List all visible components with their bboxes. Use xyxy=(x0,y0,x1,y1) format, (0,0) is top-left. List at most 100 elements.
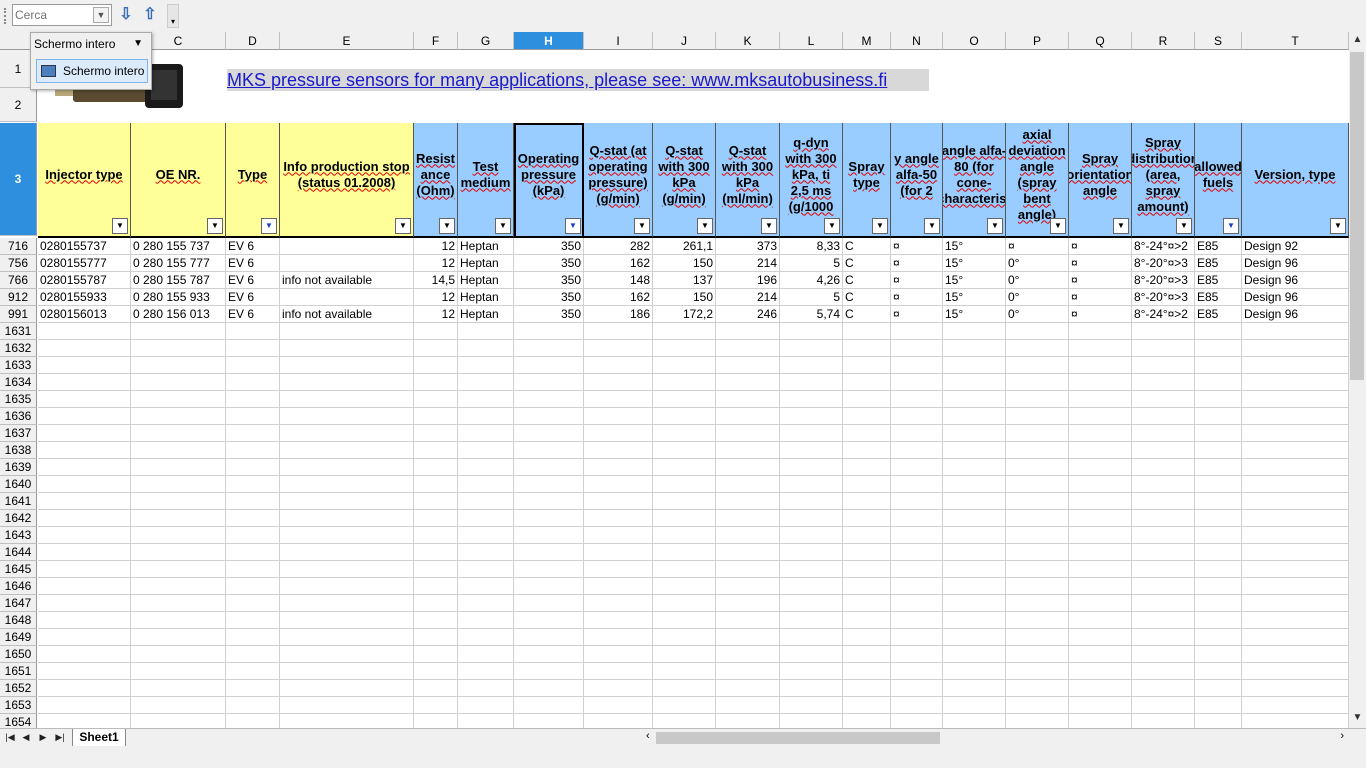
table-cell[interactable] xyxy=(226,476,280,493)
table-cell[interactable]: Design 96 xyxy=(1242,306,1349,323)
table-cell[interactable] xyxy=(780,680,843,697)
table-cell[interactable] xyxy=(38,680,131,697)
table-cell[interactable]: C xyxy=(843,238,891,255)
autofilter-dropdown-icon[interactable]: ▼ xyxy=(1050,218,1066,234)
table-cell[interactable] xyxy=(38,408,131,425)
table-cell[interactable] xyxy=(514,493,584,510)
table-cell[interactable] xyxy=(1242,459,1349,476)
header-cell-l[interactable]: Spray type ▼ xyxy=(843,123,891,238)
table-cell[interactable] xyxy=(38,425,131,442)
table-cell[interactable] xyxy=(584,629,653,646)
table-cell[interactable] xyxy=(458,391,514,408)
table-cell[interactable] xyxy=(891,527,943,544)
table-cell[interactable] xyxy=(716,612,780,629)
table-cell[interactable] xyxy=(38,527,131,544)
table-cell[interactable] xyxy=(414,544,458,561)
table-cell[interactable]: 8°-20°¤>3 xyxy=(1132,272,1195,289)
header-cell-q[interactable]: Spray distribution (area, spray amount) ▼ xyxy=(1132,123,1195,238)
table-cell[interactable] xyxy=(584,476,653,493)
table-cell[interactable] xyxy=(1069,425,1132,442)
table-cell[interactable]: Heptan xyxy=(458,238,514,255)
table-cell[interactable] xyxy=(1069,357,1132,374)
table-cell[interactable] xyxy=(584,612,653,629)
table-cell[interactable] xyxy=(1069,629,1132,646)
table-cell[interactable]: 15° xyxy=(943,255,1006,272)
table-cell[interactable] xyxy=(131,612,226,629)
table-cell[interactable] xyxy=(1132,323,1195,340)
table-cell[interactable]: 350 xyxy=(514,306,584,323)
table-cell[interactable] xyxy=(38,714,131,728)
table-cell[interactable] xyxy=(458,442,514,459)
table-cell[interactable] xyxy=(716,357,780,374)
table-cell[interactable] xyxy=(1132,680,1195,697)
table-cell[interactable] xyxy=(1242,561,1349,578)
table-cell[interactable]: E85 xyxy=(1195,306,1242,323)
table-cell[interactable]: 137 xyxy=(653,272,716,289)
table-cell[interactable] xyxy=(414,357,458,374)
table-cell[interactable] xyxy=(280,680,414,697)
table-cell[interactable] xyxy=(891,697,943,714)
table-cell[interactable]: 162 xyxy=(584,255,653,272)
table-cell[interactable] xyxy=(226,374,280,391)
table-cell[interactable] xyxy=(226,663,280,680)
table-cell[interactable]: 12 xyxy=(414,289,458,306)
table-cell[interactable] xyxy=(653,544,716,561)
table-cell[interactable] xyxy=(458,476,514,493)
table-cell[interactable] xyxy=(716,595,780,612)
table-cell[interactable] xyxy=(1006,340,1069,357)
table-cell[interactable]: 373 xyxy=(716,238,780,255)
table-cell[interactable] xyxy=(843,442,891,459)
row-header-2[interactable]: 2 xyxy=(0,88,37,122)
row-header-1634[interactable]: 1634 xyxy=(0,374,37,391)
table-cell[interactable]: 0 280 155 737 xyxy=(131,238,226,255)
table-cell[interactable]: 148 xyxy=(584,272,653,289)
table-cell[interactable] xyxy=(584,663,653,680)
autofilter-dropdown-icon[interactable]: ▼ xyxy=(1176,218,1192,234)
column-header-s[interactable]: S xyxy=(1195,32,1242,50)
table-cell[interactable] xyxy=(843,391,891,408)
autofilter-dropdown-icon[interactable]: ▼ xyxy=(112,218,128,234)
table-cell[interactable] xyxy=(414,374,458,391)
table-cell[interactable] xyxy=(226,527,280,544)
table-cell[interactable]: 350 xyxy=(514,255,584,272)
table-cell[interactable] xyxy=(1242,391,1349,408)
table-cell[interactable] xyxy=(843,374,891,391)
row-header-1633[interactable]: 1633 xyxy=(0,357,37,374)
header-cell-h[interactable]: Q-stat (at operating pressure) (g/min) ▼ xyxy=(584,123,653,238)
table-cell[interactable] xyxy=(280,391,414,408)
table-cell[interactable]: 8°-24°¤>2 xyxy=(1132,238,1195,255)
table-cell[interactable] xyxy=(943,646,1006,663)
table-cell[interactable] xyxy=(1242,493,1349,510)
autofilter-dropdown-icon[interactable]: ▼ xyxy=(261,218,277,234)
first-sheet-icon[interactable]: |◀ xyxy=(2,730,18,744)
table-cell[interactable] xyxy=(891,425,943,442)
table-cell[interactable] xyxy=(414,663,458,680)
table-cell[interactable] xyxy=(584,459,653,476)
table-cell[interactable] xyxy=(1006,680,1069,697)
autofilter-dropdown-icon[interactable]: ▼ xyxy=(495,218,511,234)
table-cell[interactable] xyxy=(653,578,716,595)
table-cell[interactable] xyxy=(943,391,1006,408)
table-cell[interactable] xyxy=(584,408,653,425)
table-cell[interactable]: ¤ xyxy=(891,289,943,306)
table-cell[interactable] xyxy=(131,340,226,357)
find-next-down-arrow-icon[interactable]: ⇩ xyxy=(116,6,136,26)
table-cell[interactable] xyxy=(1006,578,1069,595)
table-cell[interactable] xyxy=(38,629,131,646)
table-cell[interactable] xyxy=(584,544,653,561)
table-cell[interactable] xyxy=(1006,510,1069,527)
table-cell[interactable] xyxy=(943,374,1006,391)
table-cell[interactable] xyxy=(514,476,584,493)
table-cell[interactable]: 186 xyxy=(584,306,653,323)
table-cell[interactable] xyxy=(716,510,780,527)
table-cell[interactable] xyxy=(131,714,226,728)
table-cell[interactable]: 0280155787 xyxy=(38,272,131,289)
row-header-1644[interactable]: 1644 xyxy=(0,544,37,561)
table-cell[interactable] xyxy=(1132,459,1195,476)
table-cell[interactable] xyxy=(458,680,514,697)
scroll-right-icon[interactable]: › xyxy=(1340,730,1344,742)
table-cell[interactable] xyxy=(716,323,780,340)
table-cell[interactable] xyxy=(1069,697,1132,714)
autofilter-dropdown-icon[interactable]: ▼ xyxy=(824,218,840,234)
table-cell[interactable]: 12 xyxy=(414,306,458,323)
